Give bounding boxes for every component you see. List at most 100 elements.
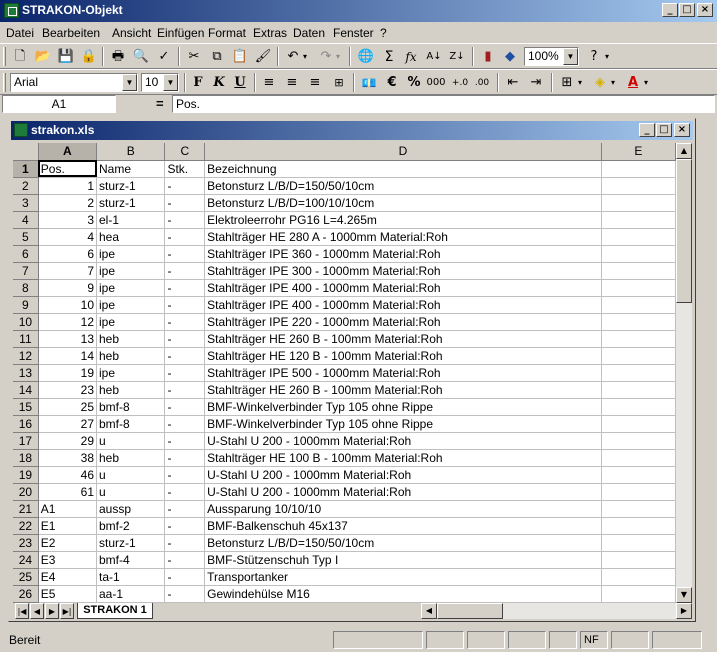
font-color-dropdown-icon[interactable]: ▾ [641, 73, 651, 93]
cell-name[interactable]: aussp [96, 500, 166, 518]
cell-empty[interactable] [601, 364, 676, 382]
cell-bezeichnung[interactable]: BMF-Winkelverbinder Typ 105 ohne Rippe [204, 398, 602, 416]
horizontal-scrollbar[interactable]: ◀ ▶ [421, 603, 692, 619]
increase-indent-icon[interactable]: ⇥ [526, 73, 546, 93]
drawing-icon[interactable]: ◆ [500, 47, 520, 67]
cell-bezeichnung[interactable]: Gewindehülse M16 [204, 585, 602, 603]
align-right-icon[interactable]: ≡ [305, 73, 325, 93]
cell-stk[interactable]: - [164, 500, 206, 518]
cell-name[interactable]: ipe [96, 364, 166, 382]
cell-pos[interactable]: 9 [38, 279, 98, 297]
cell-empty[interactable] [601, 415, 676, 433]
cell-bezeichnung[interactable]: U-Stahl U 200 - 1000mm Material:Roh [204, 483, 602, 501]
horizontal-scroll-thumb[interactable] [437, 603, 503, 619]
cell-pos[interactable]: 61 [38, 483, 98, 501]
cell-pos[interactable]: 13 [38, 330, 98, 348]
align-left-icon[interactable]: ≡ [259, 73, 279, 93]
bold-button[interactable]: F [188, 73, 208, 93]
menu-einfuegen[interactable]: Einfügen [157, 26, 204, 40]
row-header[interactable]: 13 [13, 364, 39, 382]
row-header[interactable]: 12 [13, 347, 39, 365]
cell-stk[interactable]: - [164, 177, 206, 195]
spreadsheet-grid[interactable]: A B C D E 1 Pos. Name Stk. Bezeichnung 2 1 stur… [13, 143, 676, 603]
cell-pos[interactable]: 27 [38, 415, 98, 433]
cell-pos[interactable]: Pos. [38, 160, 98, 178]
cell-bezeichnung[interactable]: BMF-Winkelverbinder Typ 105 ohne Rippe [204, 415, 602, 433]
menu-fenster[interactable]: Fenster [333, 26, 374, 40]
cell-empty[interactable] [601, 517, 676, 535]
redo-dropdown-icon[interactable]: ▾ [333, 47, 343, 67]
cell-pos[interactable]: 14 [38, 347, 98, 365]
cell-name[interactable]: sturz-1 [96, 534, 166, 552]
maximize-button[interactable]: □ [679, 3, 695, 17]
cell-name[interactable]: sturz-1 [96, 194, 166, 212]
print-icon[interactable]: 🖶 [108, 47, 128, 67]
cell-empty[interactable] [601, 585, 676, 603]
row-header[interactable]: 25 [13, 568, 39, 586]
vertical-scroll-thumb[interactable] [676, 159, 692, 303]
cell-name[interactable]: heb [96, 330, 166, 348]
toolbar-grip[interactable] [3, 73, 6, 92]
cell-pos[interactable]: 4 [38, 228, 98, 246]
cell-pos[interactable]: 23 [38, 381, 98, 399]
save-icon[interactable]: 💾 [56, 47, 76, 67]
cell-stk[interactable]: - [164, 330, 206, 348]
new-document-icon[interactable]: 🗋 [10, 47, 30, 67]
row-header[interactable]: 23 [13, 534, 39, 552]
cell-stk[interactable]: - [164, 517, 206, 535]
row-header[interactable]: 19 [13, 466, 39, 484]
column-header-c[interactable]: C [164, 143, 206, 161]
cell-stk[interactable]: - [164, 262, 206, 280]
thousands-separator-button[interactable]: 000 [426, 73, 446, 93]
cell-pos[interactable]: 6 [38, 245, 98, 263]
menu-format[interactable]: Format [208, 26, 246, 40]
toolbar-grip[interactable] [3, 47, 6, 66]
zoom-dropdown-icon[interactable]: ▼ [563, 48, 578, 65]
cell-empty[interactable] [601, 160, 676, 178]
cell-pos[interactable]: 38 [38, 449, 98, 467]
cell-name[interactable]: aa-1 [96, 585, 166, 603]
merge-center-icon[interactable]: ⊞ [329, 73, 349, 93]
row-header[interactable]: 26 [13, 585, 39, 603]
cell-pos[interactable]: E2 [38, 534, 98, 552]
scroll-down-icon[interactable]: ▼ [676, 587, 692, 603]
cell-bezeichnung[interactable]: Stahlträger IPE 400 - 1000mm Material:Ro… [204, 296, 602, 314]
cell-empty[interactable] [601, 381, 676, 399]
cell-stk[interactable]: - [164, 194, 206, 212]
cell-name[interactable]: ipe [96, 313, 166, 331]
cut-icon[interactable]: ✂ [184, 47, 204, 67]
row-header[interactable]: 9 [13, 296, 39, 314]
menu-help[interactable]: ? [380, 26, 387, 40]
font-select[interactable]: Arial ▼ [10, 73, 138, 92]
cell-pos[interactable]: 12 [38, 313, 98, 331]
row-header[interactable]: 21 [13, 500, 39, 518]
cell-empty[interactable] [601, 177, 676, 195]
cell-empty[interactable] [601, 551, 676, 569]
cell-bezeichnung[interactable]: Stahlträger HE 280 A - 1000mm Material:R… [204, 228, 602, 246]
cell-name[interactable]: u [96, 466, 166, 484]
chart-wizard-icon[interactable]: ▮ [478, 47, 498, 67]
scroll-left-icon[interactable]: ◀ [421, 603, 437, 619]
cell-pos[interactable]: 10 [38, 296, 98, 314]
paste-icon[interactable]: 📋 [230, 47, 250, 67]
cell-stk[interactable]: - [164, 347, 206, 365]
cell-pos[interactable]: 25 [38, 398, 98, 416]
copy-icon[interactable]: ⧉ [207, 47, 227, 67]
cell-empty[interactable] [601, 228, 676, 246]
row-header[interactable]: 2 [13, 177, 39, 195]
cell-stk[interactable]: - [164, 211, 206, 229]
next-sheet-icon[interactable]: ▶ [45, 603, 59, 619]
row-header[interactable]: 10 [13, 313, 39, 331]
cell-empty[interactable] [601, 211, 676, 229]
row-header[interactable]: 20 [13, 483, 39, 501]
cell-bezeichnung[interactable]: U-Stahl U 200 - 1000mm Material:Roh [204, 466, 602, 484]
cell-stk[interactable]: - [164, 432, 206, 450]
cell-pos[interactable]: E1 [38, 517, 98, 535]
percent-button[interactable]: % [404, 73, 424, 93]
name-box-dropdown[interactable] [117, 95, 147, 113]
cell-bezeichnung[interactable]: Aussparung 10/10/10 [204, 500, 602, 518]
hyperlink-icon[interactable]: 🌐 [356, 47, 376, 67]
cell-name[interactable]: heb [96, 449, 166, 467]
cell-name[interactable]: heb [96, 381, 166, 399]
cell-pos[interactable]: 1 [38, 177, 98, 195]
